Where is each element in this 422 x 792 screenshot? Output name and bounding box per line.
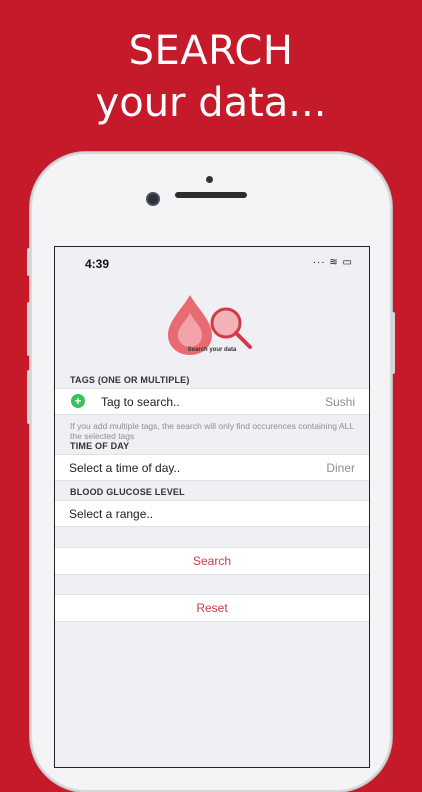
front-camera bbox=[148, 194, 158, 204]
phone-mute-switch bbox=[27, 248, 31, 276]
logo-caption: Search your data bbox=[187, 347, 237, 353]
glucose-range-row[interactable]: Select a range.. bbox=[55, 500, 369, 527]
earpiece-speaker bbox=[175, 192, 247, 198]
glucose-range-field[interactable]: Select a range.. bbox=[69, 507, 153, 521]
status-time: 4:39 bbox=[85, 257, 110, 271]
time-of-day-row[interactable]: Select a time of day.. Diner bbox=[55, 454, 369, 481]
phone-frame: 4:39 ··· ≋ ▭ Search your data TAGS (ONE … bbox=[27, 152, 395, 792]
phone-volume-up bbox=[27, 302, 31, 356]
promo-title-line1: SEARCH bbox=[128, 28, 294, 74]
reset-button[interactable]: Reset bbox=[55, 594, 369, 622]
search-button[interactable]: Search bbox=[55, 547, 369, 575]
time-of-day-value: Diner bbox=[326, 461, 355, 475]
time-of-day-field[interactable]: Select a time of day.. bbox=[69, 461, 180, 475]
tag-search-field[interactable]: Tag to search.. bbox=[101, 395, 180, 409]
tags-note: If you add multiple tags, the search wil… bbox=[70, 421, 354, 441]
phone-power-button bbox=[391, 312, 395, 374]
glucose-section-label: BLOOD GLUCOSE LEVEL bbox=[70, 487, 185, 497]
tags-section-label: TAGS (ONE OR MULTIPLE) bbox=[70, 375, 190, 385]
add-tag-icon[interactable]: + bbox=[71, 394, 85, 408]
status-icons: ··· ≋ ▭ bbox=[312, 257, 353, 268]
phone-volume-down bbox=[27, 370, 31, 424]
time-of-day-section-label: TIME OF DAY bbox=[70, 441, 130, 451]
status-bar: 4:39 ··· ≋ ▭ bbox=[55, 247, 369, 275]
tag-value: Sushi bbox=[324, 395, 355, 409]
promo-title-line2: your data... bbox=[95, 80, 327, 126]
tag-search-row[interactable]: + Tag to search.. Sushi bbox=[55, 388, 369, 415]
proximity-sensor bbox=[206, 176, 213, 183]
app-screen: 4:39 ··· ≋ ▭ Search your data TAGS (ONE … bbox=[54, 246, 370, 768]
